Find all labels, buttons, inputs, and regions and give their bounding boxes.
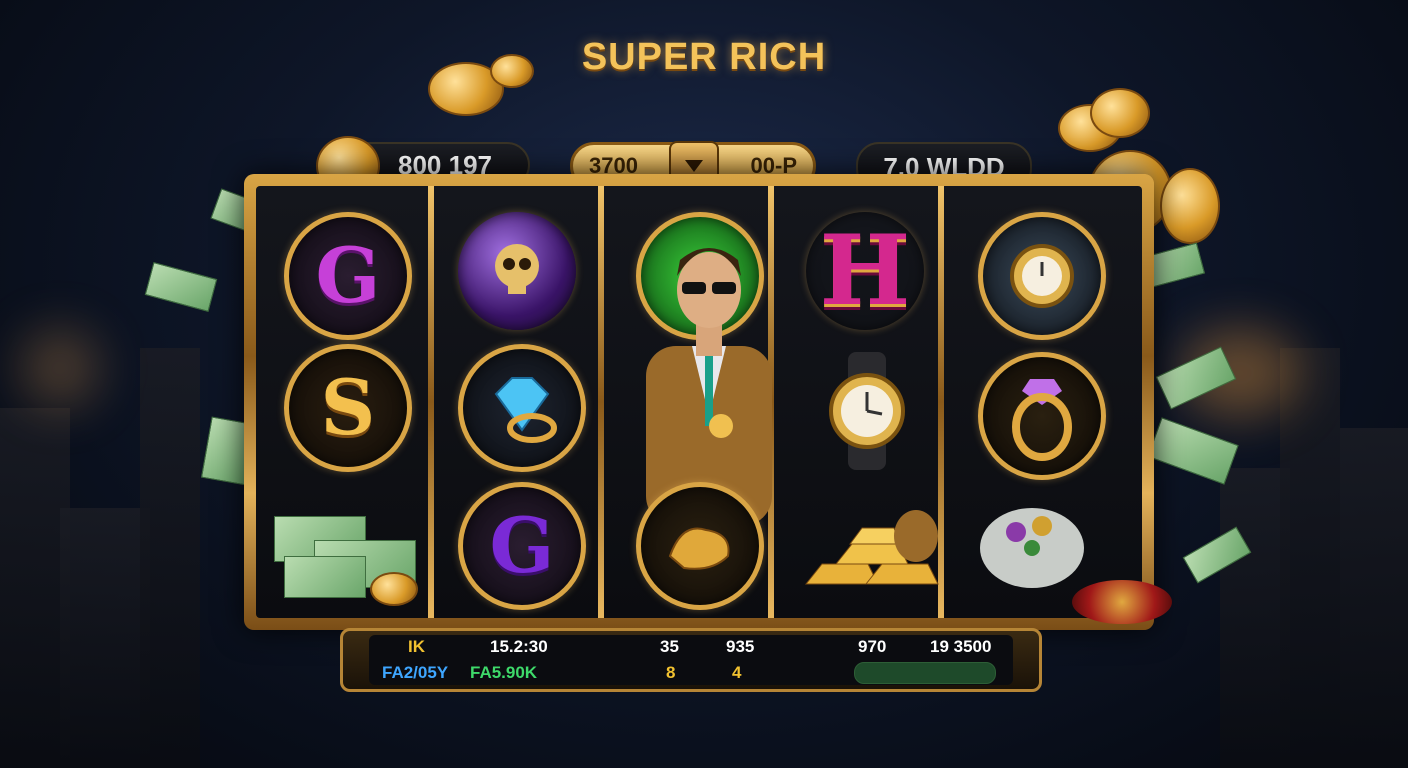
symbol-skull-gold-orb (458, 212, 576, 330)
ring-icon (1012, 379, 1072, 461)
reels-area[interactable]: G S G H (256, 186, 1142, 618)
symbol-cash-stacks (274, 496, 424, 606)
info-label-ik: IK (408, 637, 425, 656)
watch-icon (1010, 244, 1074, 308)
coin-bowl-decoration (1072, 580, 1172, 624)
jewel-bag-icon (980, 508, 1084, 588)
symbol-jewel-bag (972, 492, 1092, 592)
gold-letter: S (320, 363, 376, 452)
purple-letter: G (315, 231, 381, 320)
symbol-purple-letter: G (458, 482, 586, 610)
diamond-icon (494, 377, 557, 443)
info-value-935: 935 (726, 637, 755, 656)
symbol-gold-nugget (636, 482, 764, 610)
money-bill (1182, 526, 1252, 584)
info-code-green: FA5.90K (470, 663, 538, 682)
reel-frame: G S G H (244, 174, 1154, 630)
symbol-gold-watch (804, 352, 930, 470)
symbol-amethyst-ring (978, 352, 1106, 480)
info-value-35: 35 (660, 637, 679, 656)
info-time: 15.2:30 (490, 637, 548, 656)
info-value-4: 4 (732, 663, 742, 682)
watch-icon (829, 352, 905, 470)
info-value-8: 8 (666, 663, 676, 682)
magenta-letter: H (819, 214, 911, 327)
chevron-down-icon (685, 160, 704, 172)
symbol-diamond-ring (458, 344, 586, 472)
purple-letter: G (489, 501, 555, 590)
money-bill (144, 262, 218, 312)
gold-bars-icon (804, 510, 939, 585)
money-bill (1155, 346, 1237, 410)
coin-decoration (1160, 168, 1220, 244)
symbol-gold-letter: S (284, 344, 412, 472)
skull-icon (495, 244, 539, 294)
money-bill (1147, 417, 1239, 485)
symbol-purple-letter: G (284, 212, 412, 340)
symbol-gold-bars (796, 492, 946, 592)
info-value-total: 19 3500 (930, 637, 992, 656)
game-title: SUPER RICH (581, 36, 827, 78)
coin-decoration (1090, 88, 1150, 138)
info-value-970: 970 (858, 637, 887, 656)
progress-meter (854, 662, 996, 684)
symbol-magenta-letter: H (806, 212, 924, 330)
symbol-gold-watch (978, 212, 1106, 340)
info-code-blue: FA2/05Y (382, 663, 449, 682)
nugget-icon (668, 527, 730, 570)
